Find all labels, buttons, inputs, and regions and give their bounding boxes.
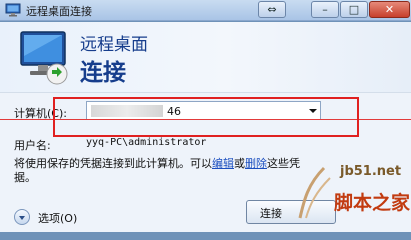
close-button[interactable]: ✕ [369, 1, 410, 18]
credentials-info: 将使用保存的凭据连接到此计算机。可以编辑或删除这些凭据。 [14, 157, 314, 185]
watermark-text: 脚本之家 [334, 192, 411, 214]
username-value: yyq-PC\administrator [86, 137, 207, 148]
watermark-figure-icon [298, 166, 331, 219]
username-label: 用户名: [14, 139, 51, 152]
dialog-header: 远程桌面 连接 [0, 22, 411, 92]
info-text-or: 或 [234, 157, 245, 170]
header-title-line1: 远程桌面 [80, 35, 148, 55]
delete-credentials-link[interactable]: 删除 [245, 157, 267, 170]
restore-icon[interactable]: ⇔ [258, 1, 286, 18]
header-title-line2: 连接 [80, 60, 126, 86]
watermark-logo: jb51.net 脚本之家 [290, 158, 411, 232]
expand-options-icon[interactable] [14, 209, 30, 225]
watermark-url: jb51.net [340, 164, 402, 179]
remote-desktop-icon [5, 3, 21, 17]
options-label[interactable]: 选项(O) [38, 210, 77, 226]
maximize-button[interactable]: □ [340, 1, 368, 18]
info-text-prefix: 将使用保存的凭据连接到此计算机。可以 [14, 157, 212, 170]
window-title: 远程桌面连接 [26, 5, 92, 18]
minimize-button[interactable]: – [311, 1, 339, 18]
edit-credentials-link[interactable]: 编辑 [212, 157, 234, 170]
title-bar: 远程桌面连接 ⇔ – □ ✕ [0, 0, 411, 21]
annotation-highlight-box [53, 97, 359, 137]
monitor-connect-icon [20, 31, 68, 85]
